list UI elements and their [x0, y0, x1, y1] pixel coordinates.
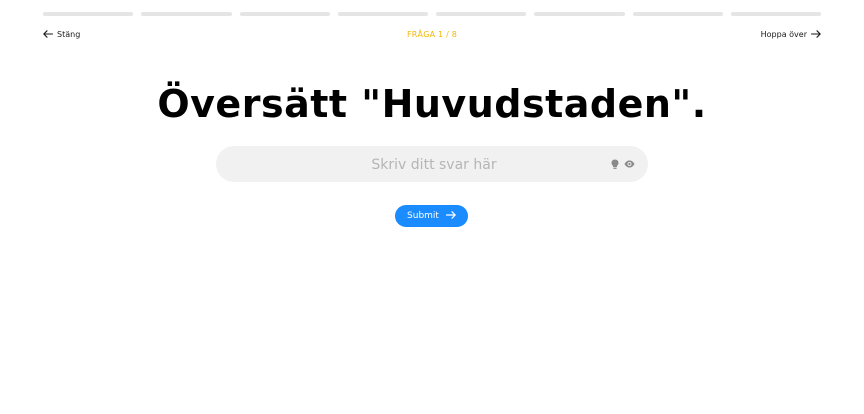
progress-segment — [43, 12, 134, 16]
quiz-page: Stäng FRÅGA 1 / 8 Hoppa över Översätt "H… — [0, 0, 864, 414]
close-button[interactable]: Stäng — [43, 30, 80, 39]
eye-icon[interactable] — [622, 157, 636, 171]
skip-label: Hoppa över — [760, 29, 807, 39]
submit-label: Submit — [407, 211, 439, 221]
answer-field-container — [216, 146, 648, 184]
progress-segment — [239, 12, 330, 16]
progress-segment — [632, 12, 723, 16]
progress-segment — [141, 12, 232, 16]
progress-segment — [337, 12, 428, 16]
progress-segment — [436, 12, 527, 16]
arrow-right-icon — [445, 210, 456, 222]
close-label: Stäng — [57, 29, 81, 39]
progress-segment — [730, 12, 821, 16]
question-counter: FRÅGA 1 / 8 — [406, 29, 458, 39]
progress-bar — [43, 12, 821, 16]
progress-segment — [534, 12, 625, 16]
submit-button[interactable]: Submit — [395, 205, 468, 227]
question-title: Översätt "Huvudstaden". — [157, 82, 707, 126]
lightbulb-icon[interactable] — [608, 157, 622, 171]
arrow-right-icon — [811, 30, 821, 38]
arrow-left-icon — [43, 30, 53, 38]
skip-button[interactable]: Hoppa över — [761, 30, 821, 39]
top-bar: Stäng FRÅGA 1 / 8 Hoppa över — [43, 27, 821, 41]
answer-input[interactable] — [256, 146, 612, 184]
